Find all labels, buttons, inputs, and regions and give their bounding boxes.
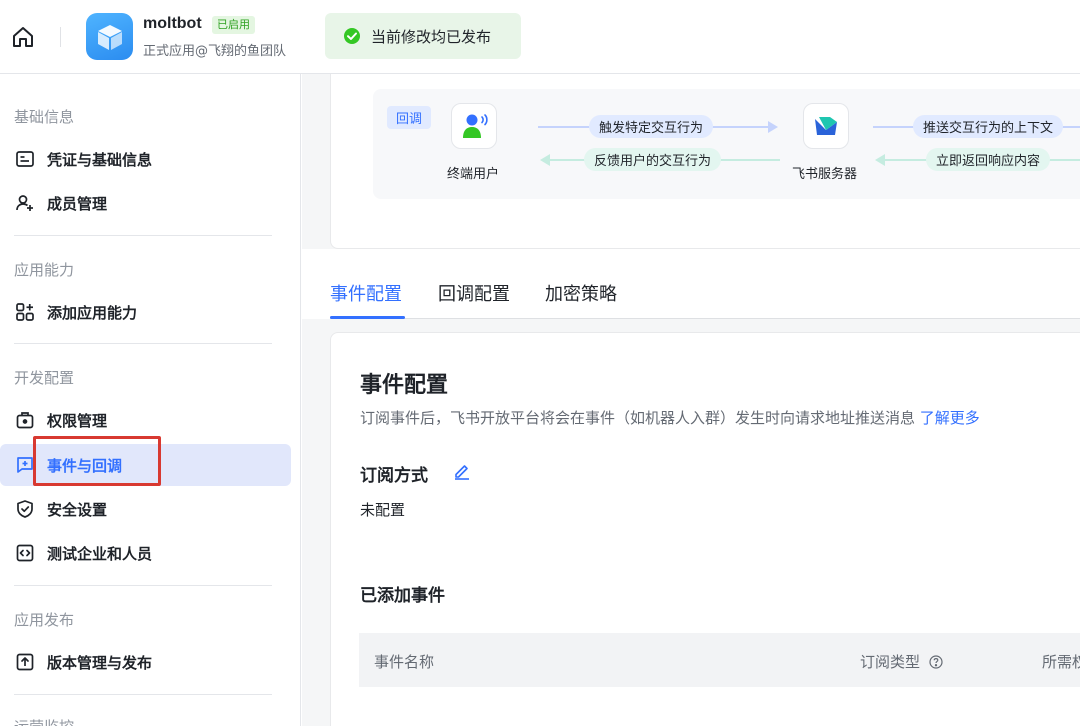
callback-flow-card: 回调 终端用户 飞书服务器 触发特定交互行为 反馈用户的交互行为 推送交互行为的…: [330, 74, 1080, 249]
sidebar-section-title: 运营监控: [14, 716, 74, 726]
app-subtitle: 正式应用@飞翔的鱼团队: [143, 44, 287, 59]
column-header-label: 订阅类型: [860, 653, 921, 671]
edit-icon[interactable]: [453, 462, 471, 480]
active-tab-indicator: [330, 316, 405, 319]
main-content: 回调 终端用户 飞书服务器 触发特定交互行为 反馈用户的交互行为 推送交互行为的…: [302, 74, 1080, 726]
sidebar-item-label: 版本管理与发布: [47, 653, 153, 672]
section-title: 事件配置: [360, 373, 449, 398]
message-plus-icon: [15, 455, 35, 475]
sidebar-item-label: 成员管理: [47, 194, 108, 213]
app-status-badge: 已启用: [212, 16, 255, 34]
sidebar-item-test-enterprise[interactable]: 测试企业和人员: [0, 532, 291, 574]
apps-grid-icon: [15, 302, 35, 322]
events-table-header: 事件名称 订阅类型 所需权: [359, 633, 1080, 687]
config-tabs: 事件配置 回调配置 加密策略: [302, 249, 1080, 319]
flow-label-push: 推送交互行为的上下文: [913, 115, 1064, 138]
tab-encryption-strategy[interactable]: 加密策略: [545, 280, 617, 306]
sidebar-item-events-callbacks[interactable]: 事件与回调: [0, 444, 291, 486]
sidebar-item-add-capability[interactable]: 添加应用能力: [0, 291, 291, 333]
event-config-card: 事件配置 订阅事件后，飞书开放平台将会在事件（如机器人入群）发生时向请求地址推送…: [330, 332, 1080, 726]
code-box-icon: [15, 543, 35, 563]
flow-label-trigger: 触发特定交互行为: [589, 115, 714, 138]
app-logo-icon: [86, 13, 133, 60]
briefcase-lock-icon: [15, 410, 35, 430]
sidebar-item-label: 测试企业和人员: [47, 544, 153, 563]
callback-tag: 回调: [387, 106, 432, 129]
sidebar-divider: [14, 343, 272, 344]
sidebar-divider: [14, 585, 272, 586]
added-events-title: 已添加事件: [360, 586, 445, 606]
sidebar-item-label: 添加应用能力: [47, 303, 138, 322]
sidebar-item-label: 权限管理: [47, 411, 108, 430]
sidebar-section-title: 应用能力: [14, 261, 75, 279]
feishu-server-icon: [803, 103, 849, 149]
sidebar-item-version-release[interactable]: 版本管理与发布: [0, 641, 291, 683]
flow-label-feedback: 反馈用户的交互行为: [584, 148, 722, 171]
sidebar-divider: [14, 235, 272, 236]
help-circle-icon[interactable]: [929, 655, 943, 669]
column-header-subscription-type: 订阅类型: [860, 651, 943, 672]
subscription-mode-value: 未配置: [360, 501, 406, 519]
description-text: 订阅事件后，飞书开放平台将会在事件（如机器人入群）发生时向请求地址推送消息: [360, 409, 916, 427]
user-add-icon: [15, 193, 35, 213]
sidebar: 基础信息 凭证与基础信息 成员管理 应用能力 添加应用能力 开发配置 权限管理 …: [0, 74, 301, 726]
tab-callback-config[interactable]: 回调配置: [438, 280, 510, 306]
check-circle-icon: [343, 27, 361, 45]
subscription-mode-title: 订阅方式: [360, 466, 428, 486]
sidebar-item-label: 事件与回调: [47, 456, 123, 475]
column-header-event-name: 事件名称: [374, 653, 435, 671]
sidebar-item-security[interactable]: 安全设置: [0, 488, 291, 530]
sidebar-item-label: 凭证与基础信息: [47, 150, 153, 169]
sidebar-item-credentials[interactable]: 凭证与基础信息: [0, 138, 291, 180]
toast-text: 当前修改均已发布: [371, 27, 492, 46]
end-user-icon: [451, 103, 497, 149]
node-label-end-user: 终端用户: [447, 167, 500, 182]
flow-label-return: 立即返回响应内容: [926, 148, 1051, 171]
section-description: 订阅事件后，飞书开放平台将会在事件（如机器人入群）发生时向请求地址推送消息 了解…: [360, 407, 980, 428]
tabs-border: [330, 318, 1080, 319]
header-divider: [60, 27, 61, 47]
app-name: moltbot: [143, 15, 202, 32]
learn-more-link[interactable]: 了解更多: [920, 409, 980, 427]
top-header: moltbot 已启用 正式应用@飞翔的鱼团队 当前修改均已发布: [0, 0, 1080, 74]
home-icon[interactable]: [11, 25, 35, 49]
publish-status-toast: 当前修改均已发布: [325, 13, 521, 59]
upload-box-icon: [15, 652, 35, 672]
node-label-feishu-server: 飞书服务器: [792, 167, 858, 182]
sidebar-section-title: 基础信息: [14, 108, 75, 126]
column-header-required-permissions: 所需权: [1042, 653, 1080, 671]
sidebar-item-members[interactable]: 成员管理: [0, 182, 291, 224]
sidebar-item-permissions[interactable]: 权限管理: [0, 399, 291, 441]
tab-event-config[interactable]: 事件配置: [330, 280, 402, 306]
sidebar-section-title: 开发配置: [14, 369, 75, 387]
sidebar-section-title: 应用发布: [14, 611, 75, 629]
id-card-icon: [15, 149, 35, 169]
sidebar-divider: [14, 694, 272, 695]
callback-flow-diagram: 回调 终端用户 飞书服务器 触发特定交互行为 反馈用户的交互行为 推送交互行为的…: [373, 89, 1080, 199]
shield-check-icon: [15, 499, 35, 519]
sidebar-item-label: 安全设置: [47, 500, 108, 519]
